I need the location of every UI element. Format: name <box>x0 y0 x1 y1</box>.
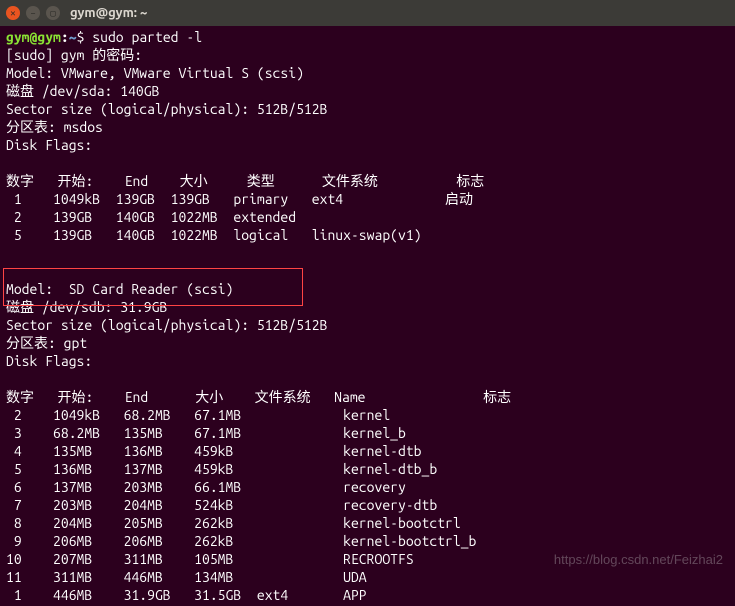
disk1-header: 数字 开始: End 大小 类型 文件系统 标志 <box>6 172 729 190</box>
disk1-flags: Disk Flags: <box>6 136 729 154</box>
sudo-prompt: [sudo] gym 的密码: <box>6 46 729 64</box>
disk2-sector: Sector size (logical/physical): 512B/512… <box>6 316 729 334</box>
blank-line <box>6 154 729 172</box>
window-titlebar: ✕ − ▢ gym@gym: ~ <box>0 0 735 26</box>
maximize-icon[interactable]: ▢ <box>46 6 60 20</box>
window-title: gym@gym: ~ <box>70 4 147 22</box>
disk1-sector: Sector size (logical/physical): 512B/512… <box>6 100 729 118</box>
blank-line <box>6 244 729 262</box>
prompt-symbol: $ <box>77 29 85 45</box>
prompt-path: ~ <box>69 29 77 45</box>
terminal-area[interactable]: gym@gym:~$ sudo parted -l [sudo] gym 的密码… <box>0 26 735 606</box>
command-text: sudo parted -l <box>92 29 202 45</box>
disk2-flags: Disk Flags: <box>6 352 729 370</box>
minimize-icon[interactable]: − <box>26 6 40 20</box>
disk2-header: 数字 开始: End 大小 文件系统 Name 标志 <box>6 388 729 406</box>
prompt-host: gym <box>37 29 61 45</box>
disk2-rows: 2 1049kB 68.2MB 67.1MB kernel 3 68.2MB 1… <box>6 406 729 604</box>
disk1-model: Model: VMware, VMware Virtual S (scsi) <box>6 64 729 82</box>
disk2-partition-table: 分区表: gpt <box>6 334 729 352</box>
prompt-line: gym@gym:~$ sudo parted -l <box>6 28 729 46</box>
disk2-model: Model: SD Card Reader (scsi) <box>6 280 729 298</box>
blank-line <box>6 370 729 388</box>
disk1-path: 磁盘 /dev/sda: 140GB <box>6 82 729 100</box>
disk1-rows: 1 1049kB 139GB 139GB primary ext4 启动 2 1… <box>6 190 729 244</box>
close-icon[interactable]: ✕ <box>6 6 20 20</box>
blank-line <box>6 262 729 280</box>
disk2-path: 磁盘 /dev/sdb: 31.9GB <box>6 298 729 316</box>
disk1-partition-table: 分区表: msdos <box>6 118 729 136</box>
prompt-user: gym <box>6 29 30 45</box>
